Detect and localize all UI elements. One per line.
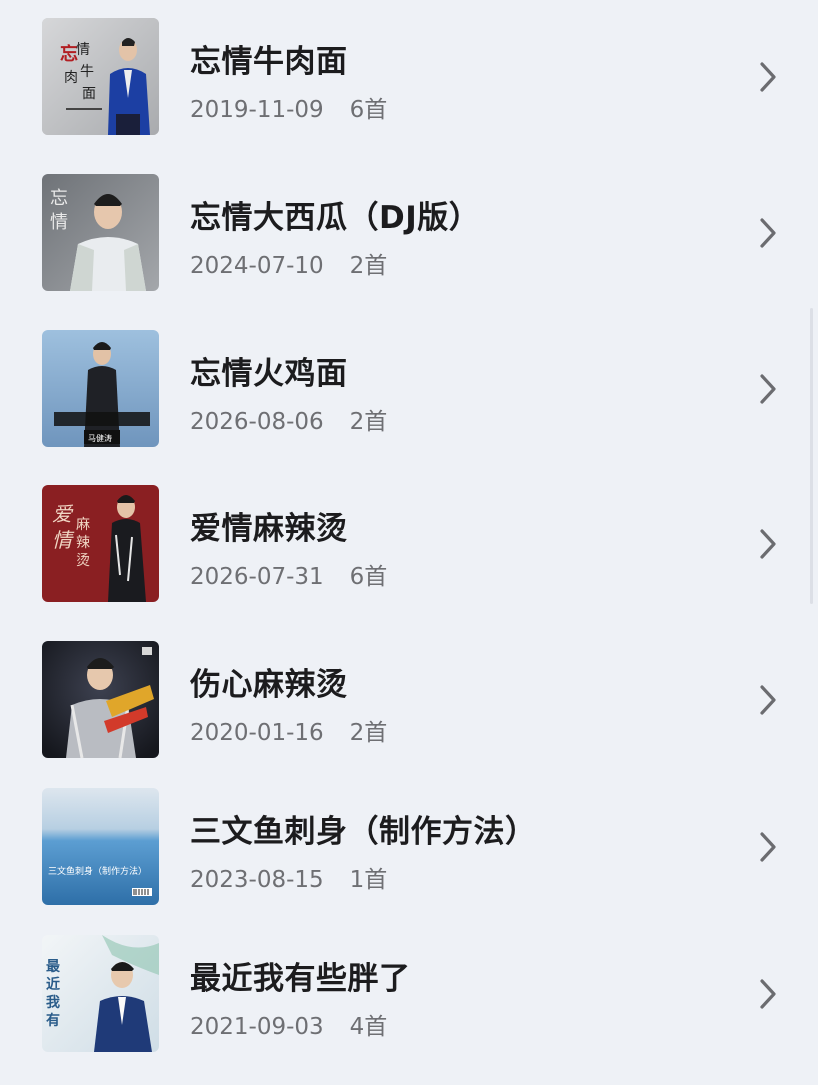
album-cover: 马健涛	[42, 330, 159, 447]
chevron-right-icon	[760, 685, 776, 715]
chevron-right-icon	[760, 832, 776, 862]
svg-text:三文鱼刺身（制作方法）: 三文鱼刺身（制作方法）	[48, 865, 147, 877]
album-meta: 2020-01-16 2首	[190, 713, 387, 747]
track-count: 6首	[349, 564, 388, 590]
chevron-right-icon	[760, 529, 776, 559]
album-cover: 爱 情 麻 辣 烫	[42, 485, 159, 602]
track-count: 1首	[349, 867, 388, 893]
album-title: 忘情火鸡面	[190, 356, 348, 392]
chevron-right-icon	[760, 218, 776, 248]
album-cover: 忘 情 肉 牛 面	[42, 18, 159, 135]
svg-text:辣: 辣	[76, 535, 90, 551]
album-title: 爱情麻辣烫	[190, 511, 348, 547]
album-meta: 2023-08-15 1首	[190, 860, 387, 894]
chevron-right-icon	[760, 62, 776, 92]
svg-text:近: 近	[46, 976, 60, 993]
album-date: 2019-11-09	[190, 97, 324, 123]
album-row[interactable]: 爱 情 麻 辣 烫 爱情麻辣烫 2026-07-31 6首	[0, 485, 818, 635]
album-date: 2021-09-03	[190, 1014, 324, 1040]
album-row[interactable]: 最 近 我 有 最近我有些胖了 2021-09-03 4首	[0, 935, 818, 1085]
album-meta: 2019-11-09 6首	[190, 90, 387, 124]
album-list: 忘 情 肉 牛 面 忘情牛肉面 2019-11-09 6首 忘 情 忘情大西瓜（…	[0, 0, 818, 1080]
album-cover: 三文鱼刺身（制作方法）	[42, 788, 159, 905]
album-cover: 忘 情	[42, 174, 159, 291]
svg-text:忘: 忘	[50, 188, 68, 209]
album-title: 伤心麻辣烫	[190, 667, 348, 703]
track-count: 4首	[349, 1014, 388, 1040]
album-date: 2023-08-15	[190, 867, 324, 893]
album-cover	[42, 641, 159, 758]
album-date: 2020-01-16	[190, 720, 324, 746]
svg-text:有: 有	[46, 1012, 60, 1029]
album-meta: 2021-09-03 4首	[190, 1007, 387, 1041]
album-date: 2026-08-06	[190, 409, 324, 435]
album-row[interactable]: 忘 情 肉 牛 面 忘情牛肉面 2019-11-09 6首	[0, 18, 818, 168]
album-meta: 2026-08-06 2首	[190, 402, 387, 436]
track-count: 2首	[349, 720, 388, 746]
track-count: 6首	[349, 97, 388, 123]
svg-text:肉: 肉	[64, 70, 78, 86]
album-title: 最近我有些胖了	[190, 961, 411, 997]
svg-text:情: 情	[76, 42, 90, 58]
svg-text:我: 我	[46, 995, 60, 1011]
album-title: 三文鱼刺身（制作方法）	[190, 814, 537, 850]
album-meta: 2026-07-31 6首	[190, 557, 387, 591]
svg-text:马健涛: 马健涛	[88, 433, 112, 443]
track-count: 2首	[349, 253, 388, 279]
album-row[interactable]: 忘 情 忘情大西瓜（DJ版） 2024-07-10 2首	[0, 174, 818, 324]
svg-text:情: 情	[52, 528, 75, 552]
svg-text:情: 情	[50, 212, 68, 233]
scrollbar[interactable]	[810, 308, 813, 604]
album-meta: 2024-07-10 2首	[190, 246, 387, 280]
album-title: 忘情牛肉面	[190, 44, 348, 80]
svg-text:最: 最	[46, 958, 61, 975]
album-row[interactable]: 三文鱼刺身（制作方法） 三文鱼刺身（制作方法） 2023-08-15 1首	[0, 788, 818, 938]
svg-text:麻: 麻	[76, 517, 90, 533]
svg-text:烫: 烫	[76, 553, 90, 569]
chevron-right-icon	[760, 979, 776, 1009]
album-row[interactable]: 马健涛 忘情火鸡面 2026-08-06 2首	[0, 330, 818, 480]
album-title: 忘情大西瓜（DJ版）	[190, 200, 481, 236]
svg-text:面: 面	[82, 86, 96, 102]
svg-text:爱: 爱	[52, 502, 74, 526]
track-count: 2首	[349, 409, 388, 435]
album-date: 2024-07-10	[190, 253, 324, 279]
svg-text:牛: 牛	[80, 64, 94, 80]
album-row[interactable]: 伤心麻辣烫 2020-01-16 2首	[0, 641, 818, 791]
album-date: 2026-07-31	[190, 564, 324, 590]
chevron-right-icon	[760, 374, 776, 404]
album-cover: 最 近 我 有	[42, 935, 159, 1052]
